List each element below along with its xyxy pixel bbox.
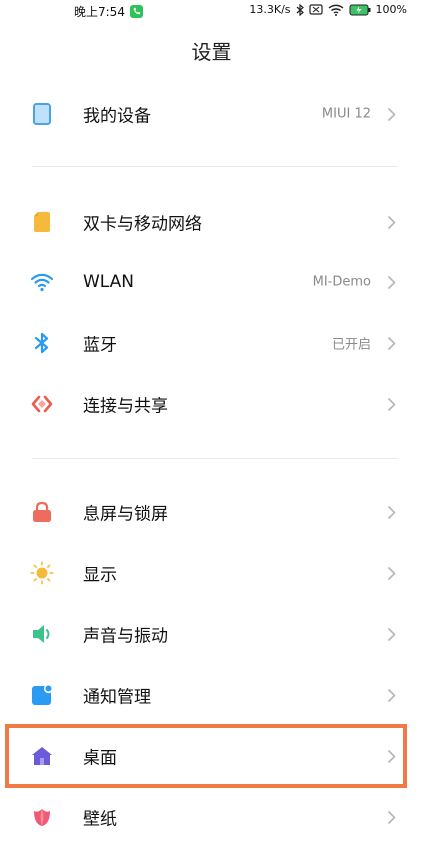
flower-icon: [30, 805, 54, 829]
connection-share-icon: [30, 392, 54, 416]
wifi-status-icon: [328, 4, 344, 16]
settings-item-label: 蓝牙: [83, 335, 117, 356]
bluetooth-status-icon: [296, 3, 304, 16]
settings-item-lock-screen[interactable]: 息屏与锁屏: [0, 482, 423, 542]
sim-off-icon: [308, 4, 323, 15]
chevron-right-icon: [385, 809, 397, 825]
settings-item-display[interactable]: 显示: [0, 543, 423, 603]
settings-item-label: 声音与振动: [83, 626, 168, 647]
wifi-icon: [30, 270, 54, 294]
settings-item-label: 显示: [83, 565, 117, 586]
settings-item-wallpaper[interactable]: 壁纸: [0, 787, 423, 847]
phone-device-icon: [30, 102, 54, 126]
notification-icon: [30, 683, 54, 707]
settings-item-label: 我的设备: [83, 106, 151, 127]
settings-item-label: WLAN: [83, 272, 135, 292]
battery-icon: [349, 4, 371, 16]
chevron-right-icon: [385, 687, 397, 703]
home-icon: [30, 744, 54, 768]
settings-item-label: 桌面: [83, 748, 117, 769]
settings-item-label: 息屏与锁屏: [83, 504, 168, 525]
section-divider: [32, 458, 398, 459]
settings-item-label: 连接与共享: [83, 396, 168, 417]
chevron-right-icon: [385, 626, 397, 642]
settings-item-bluetooth[interactable]: 蓝牙 已开启: [0, 313, 423, 373]
settings-item-label: 通知管理: [83, 687, 151, 708]
settings-item-label: 壁纸: [83, 809, 117, 830]
battery-level: 100%: [375, 3, 407, 16]
section-divider: [32, 166, 398, 167]
settings-item-notifications[interactable]: 通知管理: [0, 665, 423, 725]
chevron-right-icon: [385, 106, 397, 122]
settings-item-my-device[interactable]: 我的设备 MIUI 12: [0, 84, 423, 144]
call-icon: [129, 5, 143, 18]
settings-item-sim-network[interactable]: 双卡与移动网络: [0, 192, 423, 252]
sun-icon: [30, 561, 54, 585]
net-speed: 13.3K/s: [249, 3, 291, 16]
settings-item-value: MIUI 12: [321, 106, 371, 122]
settings-item-value: MI-Demo: [312, 274, 371, 290]
chevron-right-icon: [385, 214, 397, 230]
settings-item-value: 已开启: [331, 337, 371, 353]
settings-item-sound-vibration[interactable]: 声音与振动: [0, 604, 423, 664]
chevron-right-icon: [385, 396, 397, 412]
lock-icon: [30, 500, 54, 524]
speaker-icon: [30, 622, 54, 646]
chevron-right-icon: [385, 565, 397, 581]
settings-item-connection-sharing[interactable]: 连接与共享: [0, 374, 423, 434]
page-title: 设置: [191, 40, 232, 64]
chevron-right-icon: [385, 748, 397, 764]
settings-item-desktop[interactable]: 桌面: [0, 726, 423, 786]
status-time: 晚上7:54: [74, 5, 125, 19]
sim-card-icon: [30, 210, 54, 234]
chevron-right-icon: [385, 504, 397, 520]
chevron-right-icon: [385, 335, 397, 351]
status-bar: 晚上7:54 13.3K/s 100%: [0, 0, 423, 22]
settings-item-label: 双卡与移动网络: [83, 214, 202, 235]
settings-item-wlan[interactable]: WLAN MI-Demo: [0, 252, 423, 312]
bluetooth-icon: [30, 331, 54, 355]
chevron-right-icon: [385, 274, 397, 290]
